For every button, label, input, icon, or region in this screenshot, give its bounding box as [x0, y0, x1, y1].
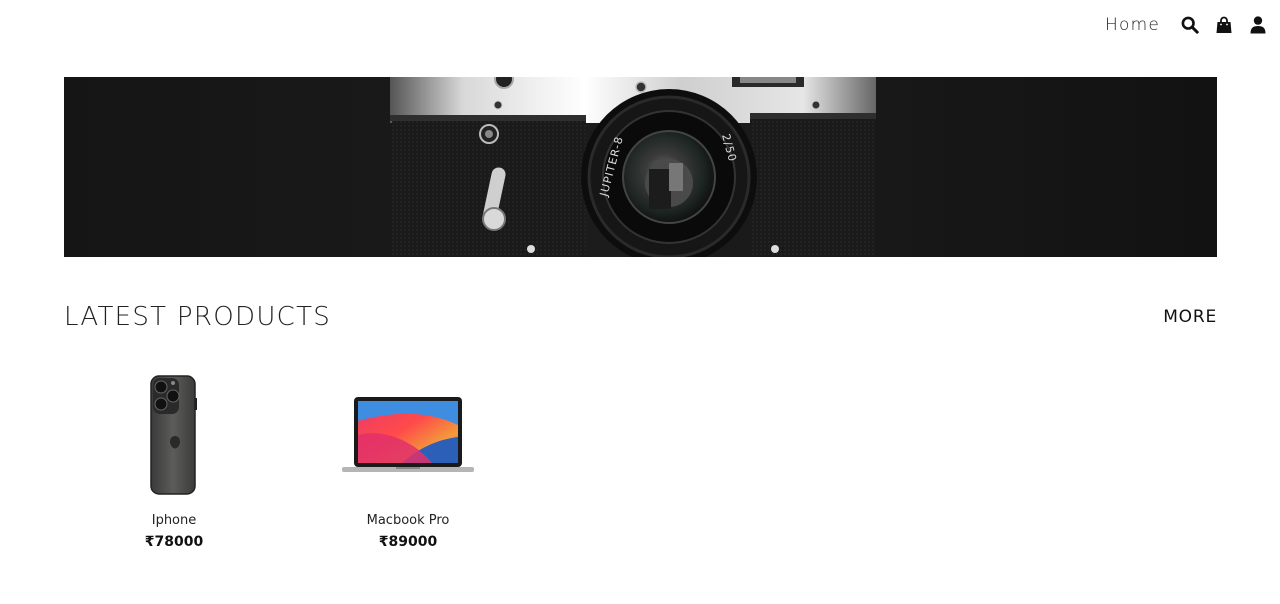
- product-price: ₹89000: [378, 534, 438, 550]
- product-name[interactable]: Macbook Pro: [308, 513, 508, 528]
- camera-banner-image: JUPITER-8 2/50: [64, 77, 1217, 257]
- product-card[interactable]: Macbook Pro ₹89000: [308, 367, 508, 550]
- product-card[interactable]: Iphone ₹78000: [74, 367, 274, 550]
- macbook-image[interactable]: [308, 367, 508, 502]
- more-link[interactable]: MORE: [1163, 307, 1217, 327]
- top-nav: Home: [1105, 10, 1268, 40]
- user-icon[interactable]: [1248, 15, 1268, 35]
- iphone-image[interactable]: [74, 367, 274, 502]
- nav-home-link[interactable]: Home: [1105, 15, 1160, 35]
- product-price: ₹78000: [144, 534, 204, 550]
- shopping-bag-icon[interactable]: [1214, 15, 1234, 35]
- hero-banner: JUPITER-8 2/50: [64, 77, 1217, 257]
- search-icon[interactable]: [1180, 15, 1200, 35]
- section-title: LATEST PRODUCTS: [64, 302, 332, 332]
- product-name[interactable]: Iphone: [74, 513, 274, 528]
